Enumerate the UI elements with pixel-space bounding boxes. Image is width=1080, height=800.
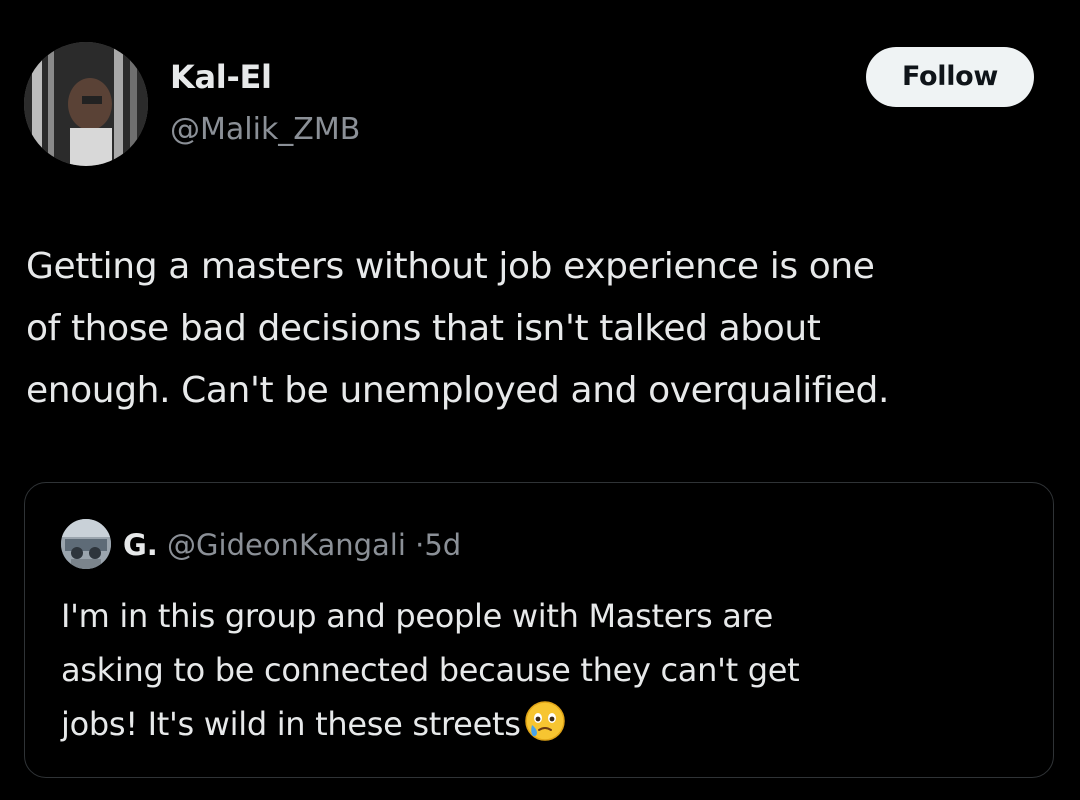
separator-dot: · [415,528,425,562]
profile-photo-icon [24,42,148,166]
quoted-tweet-card[interactable]: G. @GideonKangali ·5d I'm in this group … [24,482,1054,778]
tweet-text: Getting a masters without job experience… [26,246,890,411]
quoted-tweet-text: I'm in this group and people with Master… [61,589,1021,751]
quoted-tweet-header: G. @GideonKangali ·5d [123,523,461,567]
follow-button[interactable]: Follow [866,47,1034,107]
quoted-tweet-timestamp[interactable]: 5d [424,528,461,562]
quoted-tweet-body: I'm in this group and people with Master… [61,597,800,743]
profile-photo-icon [61,519,111,569]
quoted-author-display-name[interactable]: G. [123,528,158,562]
quoted-author-handle[interactable]: @GideonKangali [167,528,406,562]
author-display-name[interactable]: Kal-El [170,55,272,99]
author-avatar[interactable] [24,42,148,166]
face-holding-back-tears-icon [524,701,565,741]
author-handle[interactable]: @Malik_ZMB [170,108,360,152]
tweet: Kal-El @Malik_ZMB Follow Getting a maste… [0,0,1080,800]
quoted-author-avatar[interactable] [61,519,111,569]
